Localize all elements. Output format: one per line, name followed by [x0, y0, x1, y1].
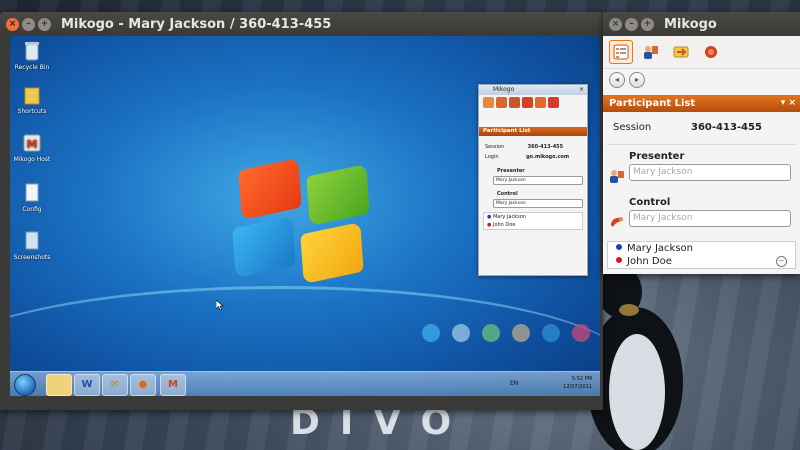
- presenter-tool-button[interactable]: [639, 40, 663, 64]
- control-icon: [611, 217, 623, 227]
- header-collapse-close-icons[interactable]: ▾ ×: [781, 95, 796, 112]
- viewer-close-button[interactable]: ×: [6, 17, 19, 31]
- panel-title: Mikogo: [664, 16, 717, 32]
- viewer-maximize-button[interactable]: +: [38, 17, 51, 31]
- start-button[interactable]: [14, 374, 36, 396]
- desktop-icon-recycle-bin[interactable]: Recycle Bin: [10, 40, 54, 71]
- remote-mikogo-titlebar: Mikogo ×: [479, 85, 587, 95]
- switch-presenter-tool-button[interactable]: [669, 40, 693, 64]
- desktop-icon-label: Recycle Bin: [14, 64, 50, 71]
- wallpaper-dot: [512, 324, 530, 342]
- remote-participant-list: ● Mary Jackson ● John Doe: [483, 212, 583, 230]
- participant-list-tool-icon: [613, 44, 629, 60]
- status-dot: [616, 257, 622, 263]
- participant-list-tool-button[interactable]: [609, 40, 633, 64]
- wallpaper-dot: [482, 324, 500, 342]
- remote-control-field[interactable]: Mary Jackson: [493, 199, 583, 208]
- desktop-icon-label: Screenshots: [13, 254, 51, 261]
- remote-close-icon[interactable]: ×: [579, 85, 584, 95]
- remote-mikogo-title: Mikogo: [493, 86, 515, 93]
- desktop-icon-shortcuts[interactable]: Shortcuts: [10, 84, 54, 115]
- desktop-icon-config[interactable]: Config: [10, 182, 54, 213]
- remote-presenter-label: Presenter: [497, 168, 525, 174]
- desktop-icon-mikogo[interactable]: M Mikogo Host: [10, 132, 54, 163]
- remote-desktop[interactable]: Recycle Bin Shortcuts M Mikogo Host Conf…: [10, 36, 600, 396]
- forward-button[interactable]: ▸: [629, 72, 645, 88]
- viewer-title: Mikogo - Mary Jackson / 360-413-455: [61, 16, 332, 32]
- mikogo-panel: × – + Mikogo ◂ ▸ Participant List ▾ × Se…: [603, 12, 800, 274]
- participant-list: Mary Jackson John Doe −: [607, 241, 796, 269]
- participant-list-header: Participant List ▾ ×: [603, 95, 800, 112]
- session-viewer-window: × – + Mikogo - Mary Jackson / 360-413-45…: [0, 12, 603, 410]
- remote-control-label: Control: [497, 191, 518, 197]
- taskbar-word-button[interactable]: W: [74, 374, 100, 396]
- desktop-icon-screenshots[interactable]: Screenshots: [10, 230, 54, 261]
- presenter-tool-icon: [644, 46, 658, 59]
- panel-titlebar: × – + Mikogo: [603, 12, 800, 36]
- svg-text:M: M: [27, 138, 38, 151]
- remote-mikogo-window: Mikogo × Participant List Session 360-41…: [478, 84, 588, 276]
- taskbar-outlook-button[interactable]: ✉: [102, 374, 128, 396]
- windows-logo: [232, 158, 382, 284]
- participant-options-icon[interactable]: −: [776, 256, 787, 267]
- back-button[interactable]: ◂: [609, 72, 625, 88]
- remote-tool-icon[interactable]: [535, 97, 546, 108]
- remote-control-tool-icon: [705, 46, 717, 58]
- remote-tool-icon[interactable]: [483, 97, 494, 108]
- list-item[interactable]: Mary Jackson: [608, 242, 795, 255]
- remote-tool-icon[interactable]: [509, 97, 520, 108]
- document-icon: [25, 231, 39, 250]
- presenter-section: Presenter Mary Jackson: [603, 145, 800, 187]
- taskbar-firefox-button[interactable]: ●: [130, 374, 156, 396]
- wallpaper-dot: [422, 324, 440, 342]
- status-dot: [616, 244, 622, 250]
- wallpaper-dot: [452, 324, 470, 342]
- remote-presenter-field[interactable]: Mary Jackson: [493, 176, 583, 185]
- document-icon: [25, 183, 39, 202]
- wallpaper-dot: [542, 324, 560, 342]
- windows-taskbar: W ✉ ● M EN 5:52 PM 12/07/2011: [10, 371, 600, 396]
- panel-nav-row: ◂ ▸: [603, 68, 800, 91]
- switch-presenter-tool-icon: [673, 46, 689, 58]
- presenter-icon: [610, 170, 624, 183]
- panel-close-button[interactable]: ×: [609, 17, 622, 31]
- remote-control-tool-button[interactable]: [699, 40, 723, 64]
- taskbar-clock[interactable]: 5:52 PM 12/07/2011: [563, 375, 592, 391]
- viewer-titlebar: × – + Mikogo - Mary Jackson / 360-413-45…: [0, 12, 603, 36]
- panel-maximize-button[interactable]: +: [641, 17, 654, 31]
- taskbar-mikogo-button[interactable]: M: [160, 374, 186, 396]
- control-label: Control: [629, 197, 671, 208]
- wallpaper-dots: [422, 324, 590, 342]
- mouse-cursor-icon: [216, 300, 224, 310]
- presenter-label: Presenter: [629, 151, 685, 162]
- remote-login-row: Login go.mikogo.com: [485, 154, 570, 160]
- desktop-icon-label: Config: [22, 206, 42, 213]
- wallpaper-dot: [572, 324, 590, 342]
- list-item[interactable]: ● John Doe: [484, 221, 582, 229]
- remote-session-row: Session 360-413-455: [485, 144, 564, 150]
- recycle-bin-icon: [25, 42, 39, 61]
- remote-tool-icon[interactable]: [548, 97, 559, 108]
- remote-tool-icon[interactable]: [496, 97, 507, 108]
- presenter-field[interactable]: Mary Jackson: [629, 164, 791, 181]
- session-label: Session: [613, 122, 652, 133]
- remote-tool-icon[interactable]: [522, 97, 533, 108]
- mikogo-icon: M: [23, 134, 41, 152]
- taskbar-language[interactable]: EN: [510, 380, 518, 387]
- panel-toolbar: [603, 36, 800, 68]
- session-id: 360-413-455: [691, 122, 762, 133]
- folder-icon: [24, 87, 40, 105]
- panel-minimize-button[interactable]: –: [625, 17, 638, 31]
- list-item[interactable]: John Doe −: [608, 255, 795, 268]
- desktop-icon-label: Mikogo Host: [13, 156, 51, 163]
- control-field[interactable]: Mary Jackson: [629, 210, 791, 227]
- remote-participant-list-header: Participant List: [479, 127, 587, 136]
- remote-toolbar: [479, 95, 587, 115]
- desktop-icon-label: Shortcuts: [17, 108, 47, 115]
- control-section: Control Mary Jackson: [603, 191, 800, 233]
- list-item[interactable]: ● Mary Jackson: [484, 213, 582, 221]
- viewer-minimize-button[interactable]: –: [22, 17, 35, 31]
- session-row: Session 360-413-455: [603, 112, 800, 144]
- taskbar-explorer-button[interactable]: [46, 374, 72, 396]
